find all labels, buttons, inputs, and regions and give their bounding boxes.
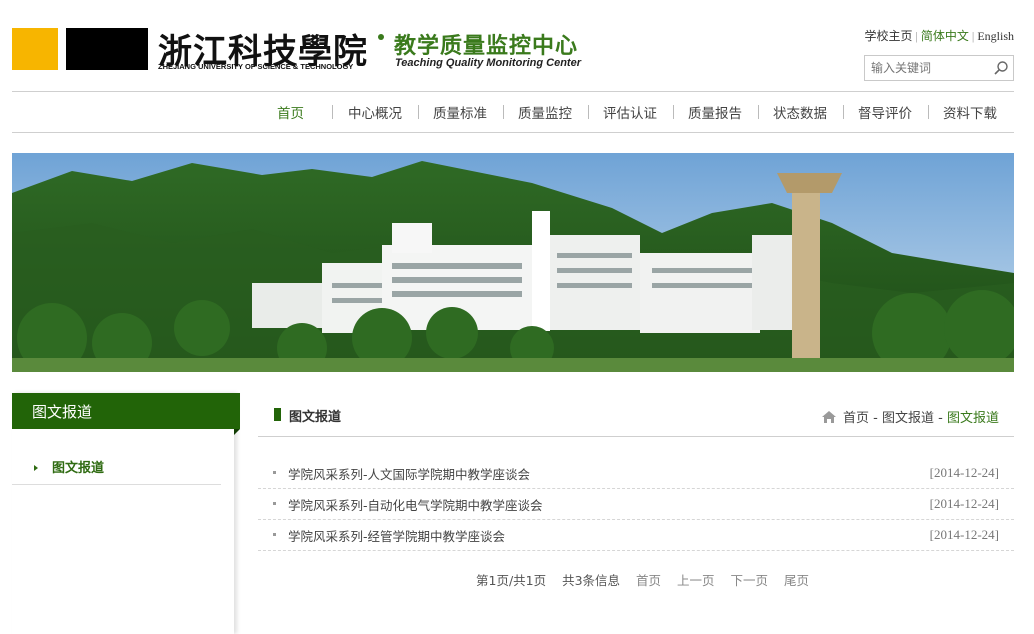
campus-banner-image — [12, 153, 1014, 372]
prev-page-link[interactable]: 上一页 — [677, 570, 715, 589]
section-header: 图文报道 首页 - 图文报道 - 图文报道 — [258, 393, 1014, 437]
nav-item-reports[interactable]: 质量报告 — [688, 102, 742, 122]
nav-item-monitoring[interactable]: 质量监控 — [518, 102, 572, 122]
nav-item-status-data[interactable]: 状态数据 — [773, 102, 827, 122]
list-item: 学院风采系列-自动化电气学院期中教学座谈会 [2014-12-24] — [258, 489, 1014, 520]
last-page-link[interactable]: 尾页 — [784, 570, 809, 589]
center-title: 教学质量监控中心 — [394, 34, 579, 59]
pagination: 第1页/共1页 共3条信息 首页 上一页 下一页 尾页 — [476, 570, 809, 589]
university-logo-english: ZHEJIANG UNIVERSITY OF SCIENCE & TECHNOL… — [158, 62, 354, 71]
news-list: 学院风采系列-人文国际学院期中教学座谈会 [2014-12-24] 学院风采系列… — [258, 458, 1014, 551]
house-icon — [821, 411, 836, 423]
list-item: 学院风采系列-经管学院期中教学座谈会 [2014-12-24] — [258, 520, 1014, 551]
nav-item-supervision[interactable]: 督导评价 — [858, 102, 912, 122]
news-title-link[interactable]: 学院风采系列-自动化电气学院期中教学座谈会 — [288, 495, 543, 514]
breadcrumb-current[interactable]: 图文报道 — [947, 411, 999, 426]
nav-item-assessment[interactable]: 评估认证 — [603, 102, 657, 122]
title-dot — [378, 34, 384, 40]
nav-separator — [673, 105, 674, 119]
list-bullet — [273, 471, 276, 474]
top-link-separator: | — [971, 29, 975, 43]
search-box — [864, 55, 1014, 81]
nav-item-overview[interactable]: 中心概况 — [348, 102, 402, 122]
nav-separator — [503, 105, 504, 119]
arrow-bullet-icon — [34, 464, 38, 471]
main-nav: 首页 中心概况 质量标准 质量监控 评估认证 质量报告 状态数据 督导评价 资料… — [12, 92, 1014, 132]
breadcrumb-level1[interactable]: 图文报道 — [882, 411, 934, 426]
nav-item-standards[interactable]: 质量标准 — [433, 102, 487, 122]
nav-divider-bottom — [12, 132, 1014, 133]
sidebar-title-fold — [234, 429, 240, 435]
news-date: [2014-12-24] — [929, 527, 999, 542]
nav-separator — [758, 105, 759, 119]
logo-yellow-block — [12, 28, 58, 70]
top-link-separator: | — [915, 29, 918, 43]
news-title-link[interactable]: 学院风采系列-经管学院期中教学座谈会 — [288, 526, 505, 545]
logo-black-block — [58, 28, 148, 70]
nav-separator — [928, 105, 929, 119]
next-page-link[interactable]: 下一页 — [731, 570, 769, 589]
nav-separator — [588, 105, 589, 119]
center-subtitle: Teaching Quality Monitoring Center — [395, 57, 581, 69]
sidebar-item-label: 图文报道 — [52, 461, 105, 476]
section-title: 图文报道 — [289, 410, 342, 425]
breadcrumb-home[interactable]: 首页 — [843, 411, 869, 426]
nav-item-downloads[interactable]: 资料下载 — [943, 102, 997, 122]
sidebar-item-divider — [12, 484, 221, 485]
section-marker — [274, 408, 281, 421]
chinese-link[interactable]: 简体中文 — [921, 27, 969, 44]
list-item: 学院风采系列-人文国际学院期中教学座谈会 [2014-12-24] — [258, 458, 1014, 489]
nav-separator — [418, 105, 419, 119]
list-bullet — [273, 502, 276, 505]
nav-separator — [843, 105, 844, 119]
main-content: 图文报道 首页 - 图文报道 - 图文报道 学院风采系列-人文国际学院期中教学座… — [258, 393, 1014, 634]
total-count: 共3条信息 — [562, 573, 621, 588]
sidebar-item-news[interactable]: 图文报道 — [34, 457, 104, 476]
breadcrumb-separator: - — [938, 411, 943, 426]
nav-item-home[interactable]: 首页 — [277, 102, 304, 122]
search-input[interactable] — [865, 56, 983, 80]
news-title-link[interactable]: 学院风采系列-人文国际学院期中教学座谈会 — [288, 464, 530, 483]
list-bullet — [273, 533, 276, 536]
english-link[interactable]: English — [977, 29, 1014, 44]
sidebar-title: 图文报道 — [12, 393, 240, 429]
breadcrumb-separator: - — [873, 411, 878, 426]
top-links: 学校主页 | 简体中文 | English — [864, 27, 1014, 44]
nav-separator — [332, 105, 333, 119]
magnifier-icon[interactable] — [993, 60, 1009, 76]
page-info: 第1页/共1页 — [476, 573, 547, 588]
news-date: [2014-12-24] — [929, 465, 999, 480]
breadcrumb: 首页 - 图文报道 - 图文报道 — [821, 407, 999, 426]
news-date: [2014-12-24] — [929, 496, 999, 511]
school-home-link[interactable]: 学校主页 — [864, 27, 912, 44]
sidebar: 图文报道 图文报道 — [12, 393, 240, 634]
first-page-link[interactable]: 首页 — [636, 570, 661, 589]
